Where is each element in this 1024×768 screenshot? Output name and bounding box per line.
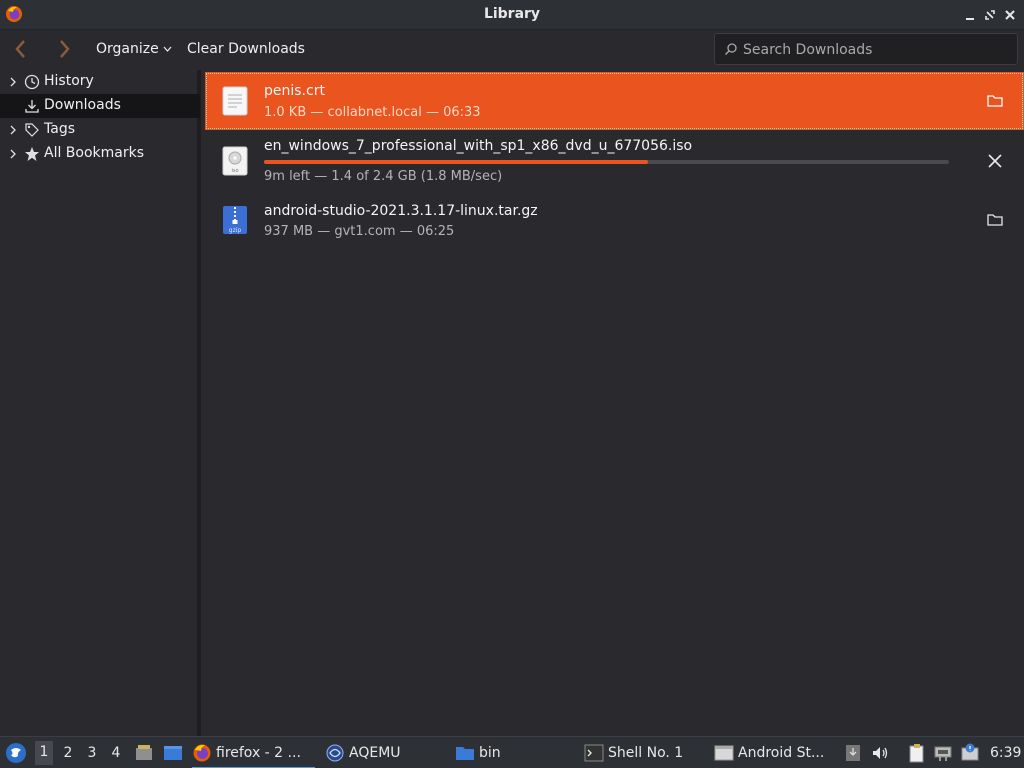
download-status: 937 MB — gvt1.com — 06:25 xyxy=(264,224,455,239)
chevron-right-icon[interactable] xyxy=(7,75,19,89)
show-desktop-icon[interactable] xyxy=(163,743,183,763)
sidebar-item-tags[interactable]: Tags xyxy=(0,118,200,142)
cancel-icon[interactable] xyxy=(985,151,1005,171)
sidebar-item-all-bookmarks[interactable]: All Bookmarks xyxy=(0,142,200,166)
task-bin[interactable]: bin xyxy=(455,737,535,768)
forward-button[interactable] xyxy=(53,38,75,60)
volume-icon[interactable] xyxy=(870,743,890,763)
download-item[interactable]: gzip android-studio-2021.3.1.17-linux.ta… xyxy=(205,190,1024,250)
sidebar: History Downloads Tags All Bookmarks xyxy=(0,70,201,736)
star-icon xyxy=(25,147,39,161)
task-shell[interactable]: Shell No. 1 xyxy=(584,737,694,768)
task-label: Shell No. 1 xyxy=(608,745,684,761)
clear-downloads-button[interactable]: Clear Downloads xyxy=(187,41,305,57)
clock-icon xyxy=(24,74,40,90)
task-label: Android St... xyxy=(738,745,825,761)
workspace-2[interactable]: 2 xyxy=(59,745,77,761)
sidebar-item-label: Tags xyxy=(44,121,75,137)
organize-button[interactable]: Organize xyxy=(96,41,172,57)
workspace-3[interactable]: 3 xyxy=(83,745,101,761)
task-android-studio[interactable]: Android St... xyxy=(714,737,834,768)
search-box[interactable] xyxy=(714,33,1018,65)
terminal-icon xyxy=(584,744,604,762)
window-title: Library xyxy=(483,6,541,22)
download-icon xyxy=(25,100,39,113)
updates-tray-icon[interactable] xyxy=(843,743,863,763)
download-progress-bar xyxy=(264,160,949,164)
task-label: AQEMU xyxy=(349,745,401,761)
sidebar-item-label: History xyxy=(44,73,94,89)
download-status: 1.0 KB — collabnet.local — 06:33 xyxy=(264,105,481,120)
firefox-icon xyxy=(193,744,211,762)
search-input[interactable] xyxy=(743,40,1003,60)
download-filename: android-studio-2021.3.1.17-linux.tar.gz xyxy=(264,203,538,219)
task-aqemu[interactable]: AQEMU xyxy=(325,737,435,768)
maximize-button[interactable] xyxy=(982,7,998,23)
title-bar: Library xyxy=(0,0,1024,30)
download-item[interactable]: iso en_windows_7_professional_with_sp1_x… xyxy=(205,130,1024,190)
sidebar-item-label: All Bookmarks xyxy=(44,145,145,161)
download-filename: en_windows_7_professional_with_sp1_x86_d… xyxy=(264,138,693,154)
archive-file-icon: gzip xyxy=(223,206,247,234)
sidebar-item-history[interactable]: History xyxy=(0,70,200,94)
taskbar: 1 2 3 4 firefox - 2 ... AQEMU bin Shell … xyxy=(0,736,1024,768)
network-icon[interactable] xyxy=(933,743,953,763)
chevron-right-icon[interactable] xyxy=(7,123,19,137)
search-icon xyxy=(725,43,737,55)
file-manager-launcher-icon[interactable] xyxy=(134,743,154,763)
download-progress-fill xyxy=(264,160,648,164)
chevron-right-icon[interactable] xyxy=(7,147,19,161)
start-menu-icon[interactable] xyxy=(5,742,27,764)
download-status: 9m left — 1.4 of 2.4 GB (1.8 MB/sec) xyxy=(264,169,503,184)
back-button[interactable] xyxy=(10,38,32,60)
task-label: bin xyxy=(479,745,501,761)
tags-icon xyxy=(25,123,39,137)
sidebar-item-downloads[interactable]: Downloads xyxy=(0,94,200,118)
task-label: firefox - 2 ... xyxy=(216,745,301,761)
organize-label: Organize xyxy=(96,41,159,57)
folder-icon xyxy=(456,747,474,760)
svg-text:iso: iso xyxy=(231,168,238,174)
chevron-down-icon xyxy=(163,46,172,52)
open-folder-icon[interactable] xyxy=(985,210,1005,230)
task-firefox[interactable]: firefox - 2 ... xyxy=(192,737,315,768)
svg-text:gzip: gzip xyxy=(229,227,242,234)
clipboard-icon[interactable] xyxy=(907,743,927,763)
clock: 6:39 xyxy=(990,745,1022,761)
sidebar-item-label: Downloads xyxy=(44,97,121,113)
close-button[interactable] xyxy=(1002,7,1018,23)
open-folder-icon[interactable] xyxy=(985,91,1005,111)
aqemu-icon xyxy=(326,744,344,762)
notification-icon[interactable] xyxy=(960,743,980,763)
downloads-list: penis.crt 1.0 KB — collabnet.local — 06:… xyxy=(205,70,1024,736)
download-filename: penis.crt xyxy=(264,83,325,99)
minimize-button[interactable] xyxy=(962,7,978,23)
window-icon xyxy=(714,745,734,761)
download-item[interactable]: penis.crt 1.0 KB — collabnet.local — 06:… xyxy=(205,72,1024,130)
workspace-1[interactable]: 1 xyxy=(35,741,53,765)
iso-file-icon: iso xyxy=(222,146,248,176)
text-file-icon xyxy=(222,86,248,116)
workspace-4[interactable]: 4 xyxy=(107,745,125,761)
